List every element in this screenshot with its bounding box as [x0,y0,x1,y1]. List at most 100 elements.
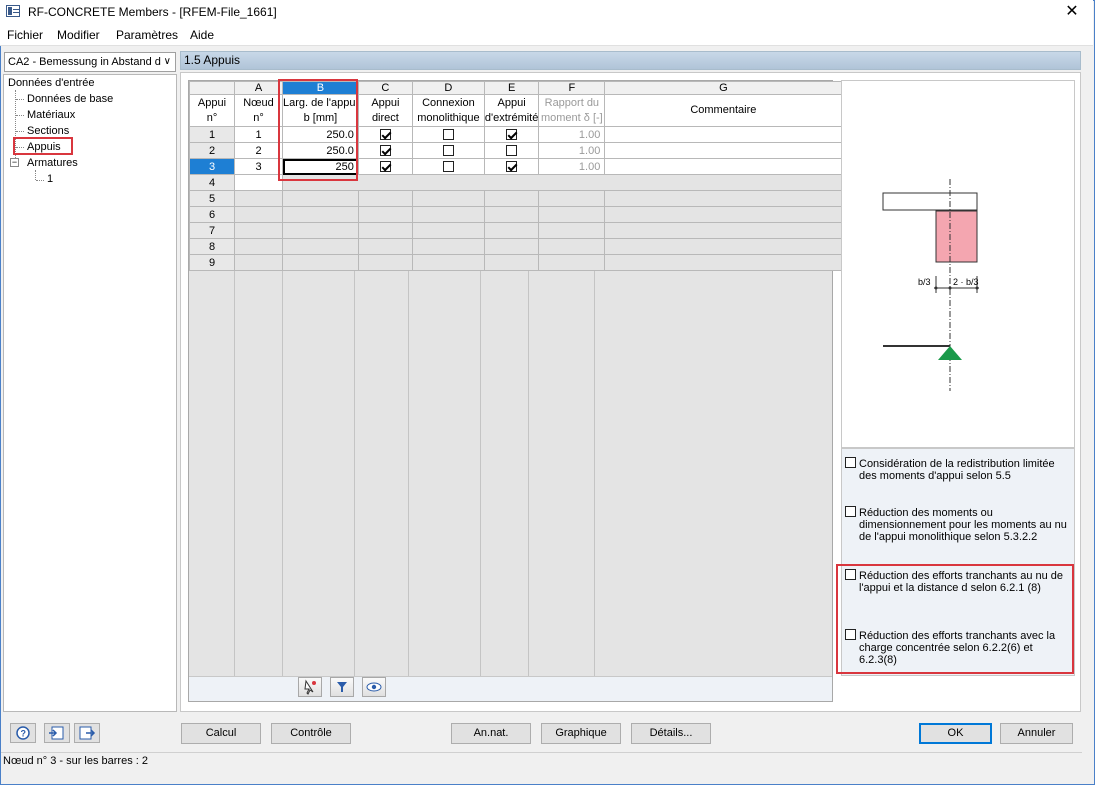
col-letter-b[interactable]: B [282,81,359,95]
details-button[interactable]: Détails... [631,723,711,744]
checkbox-direct[interactable] [379,160,391,172]
view-icon[interactable] [362,677,386,697]
ok-button[interactable]: OK [919,723,992,744]
header-appui-line2: n° [206,111,218,124]
empty-cell [604,222,843,239]
empty-cell [538,254,606,271]
tree-item-sections[interactable]: Sections [27,125,69,137]
row-number[interactable]: 7 [189,222,235,239]
cell-node[interactable]: 3 [234,158,283,175]
pick-icon[interactable] [298,677,322,697]
checkbox-redistribution[interactable] [845,457,856,468]
table-row: 4 [189,174,843,191]
col-letter-g[interactable]: G [604,81,843,95]
tree-item-armatures[interactable]: Armatures [27,157,78,169]
col-letter-e[interactable]: E [483,81,540,95]
header-appui-extremite: Appui d'extrémité [483,94,540,127]
empty-cell [234,190,283,207]
empty-cell [234,222,283,239]
annuler-button[interactable]: Annuler [1000,723,1073,744]
checkbox-direct[interactable] [379,144,391,156]
col-letter-a[interactable]: A [234,81,283,95]
header-largeur-line2: b [mm] [303,111,338,124]
cell-comment[interactable] [604,142,843,159]
empty-cell [538,206,606,223]
checkbox-direct[interactable] [379,128,391,140]
menu-modifier[interactable]: Modifier [57,28,100,42]
checkbox-monolithique[interactable] [442,144,454,156]
tree-connector [16,131,24,132]
empty-cell [357,238,413,255]
cell-monolithique[interactable] [411,126,485,143]
menu-fichier[interactable]: Fichier [7,28,43,42]
row-number[interactable]: 2 [189,142,235,159]
row-number[interactable]: 4 [189,174,235,191]
col-letter-d[interactable]: D [411,81,485,95]
filter-icon[interactable] [330,677,354,697]
cell-extremite[interactable] [483,126,540,143]
table-row: 8 [189,238,843,255]
cell-node[interactable]: 1 [234,126,283,143]
cell-direct[interactable] [357,158,413,175]
empty-cell [483,206,540,223]
collapse-icon[interactable]: − [10,158,19,167]
cell-node[interactable]: 2 [234,142,283,159]
cell-node-new[interactable] [234,174,283,191]
checkbox-reduction-moments[interactable] [845,506,856,517]
close-button[interactable]: ✕ [1057,2,1087,22]
graphique-button[interactable]: Graphique [541,723,621,744]
row-number[interactable]: 9 [189,254,235,271]
cell-ratio: 1.00 [538,158,606,175]
app-icon [6,5,20,17]
row-number[interactable]: 1 [189,126,235,143]
header-noeud-line2: n° [253,111,264,124]
load-case-select[interactable]: CA2 - Bemessung in Abstand d ∨ [4,52,176,72]
table-row: 9 [189,254,843,271]
col-letter-f[interactable]: F [538,81,606,95]
an-nat-button[interactable]: An.nat. [451,723,531,744]
col-letter-c[interactable]: C [357,81,413,95]
cell-ratio: 1.00 [538,142,606,159]
load-case-value: CA2 - Bemessung in Abstand d [8,56,161,68]
cell-extremite[interactable] [483,142,540,159]
tree-item-materiaux[interactable]: Matériaux [27,109,75,121]
checkbox-extremite[interactable] [506,128,518,140]
grid-toolbar [189,676,832,701]
cell-comment[interactable] [604,158,843,175]
empty-cell [483,222,540,239]
cell-direct[interactable] [357,142,413,159]
tree-item-donnees-de-base[interactable]: Données de base [27,93,113,105]
empty-cell [411,206,485,223]
menu-aide[interactable]: Aide [190,28,214,42]
cell-width[interactable]: 250.0 [282,126,359,143]
cell-comment[interactable] [604,126,843,143]
checkbox-extremite[interactable] [506,160,518,172]
cell-width[interactable]: 250.0 [282,142,359,159]
empty-cell [282,254,359,271]
empty-cells [281,174,843,191]
row-number[interactable]: 6 [189,206,235,223]
cell-monolithique[interactable] [411,158,485,175]
export-button[interactable] [74,723,100,743]
controle-button[interactable]: Contrôle [271,723,351,744]
checkbox-monolithique[interactable] [442,128,454,140]
checkbox-monolithique[interactable] [442,160,454,172]
row-number[interactable]: 5 [189,190,235,207]
menu-parametres[interactable]: Paramètres [116,28,178,42]
cell-direct[interactable] [357,126,413,143]
tree-root-donnees-entree[interactable]: Données d'entrée [8,77,95,89]
row-number[interactable]: 8 [189,238,235,255]
row-number-selected[interactable]: 3 [189,158,235,175]
cell-extremite[interactable] [483,158,540,175]
tree-item-armature-1[interactable]: 1 [47,173,53,185]
filter-icon-graphic [337,682,347,692]
empty-cell [411,238,485,255]
help-button[interactable]: ? [10,723,36,743]
support-diagram: b/3 2 · b/3 [882,179,979,391]
calcul-button[interactable]: Calcul [181,723,261,744]
cell-width-editing[interactable]: 250 [282,158,359,175]
header-direct-line1: Appui [371,96,400,109]
cell-monolithique[interactable] [411,142,485,159]
import-button[interactable] [44,723,70,743]
checkbox-extremite[interactable] [506,144,518,156]
